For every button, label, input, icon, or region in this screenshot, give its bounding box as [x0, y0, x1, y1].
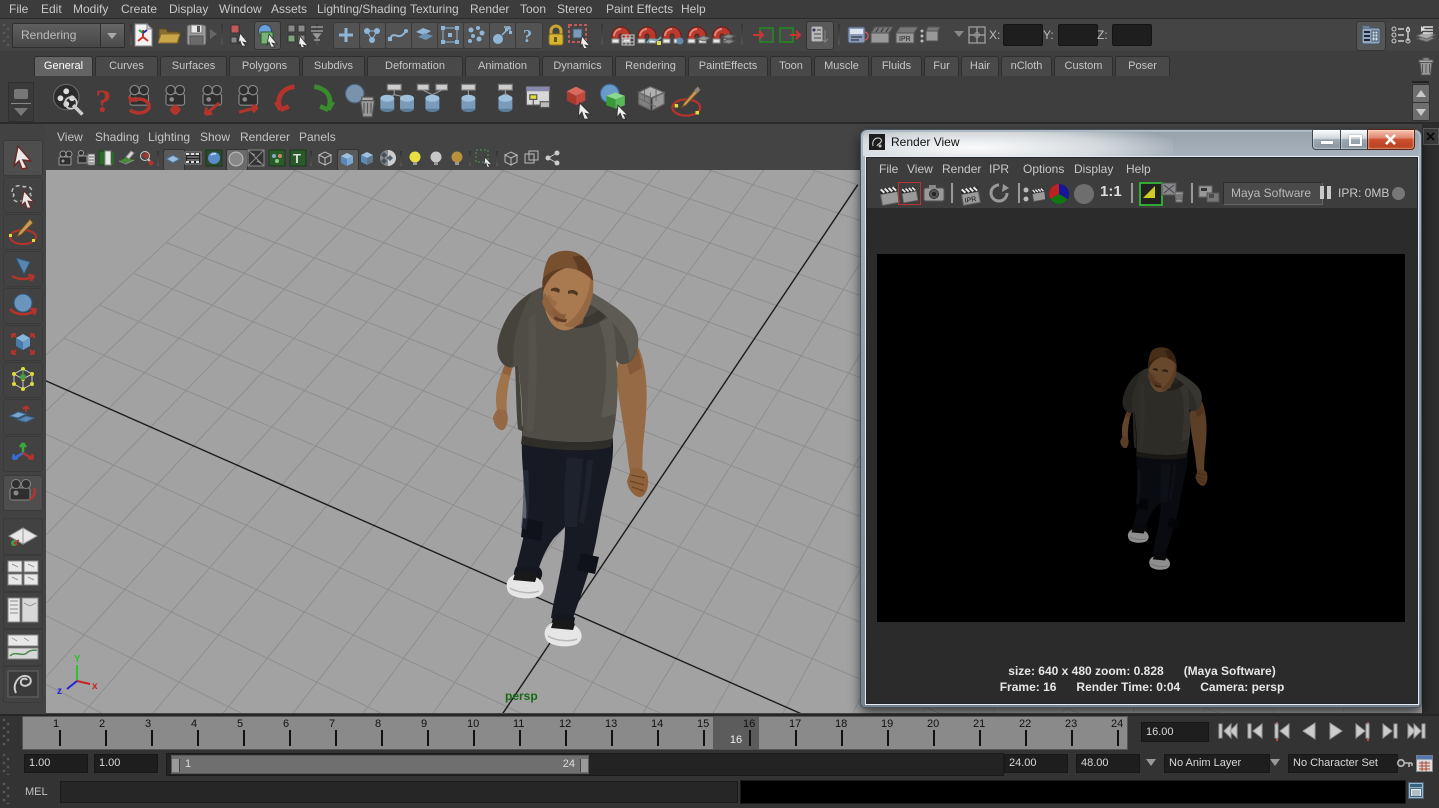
svg-text:?: ?	[523, 26, 532, 46]
svg-text:T: T	[293, 151, 301, 166]
svg-text:persp: persp	[505, 689, 538, 703]
svg-text:?: ?	[95, 84, 111, 120]
svg-text:x: x	[92, 681, 98, 692]
svg-text:z: z	[57, 686, 62, 697]
svg-text:IPR: IPR	[899, 36, 911, 43]
svg-text:Y: Y	[74, 654, 81, 665]
